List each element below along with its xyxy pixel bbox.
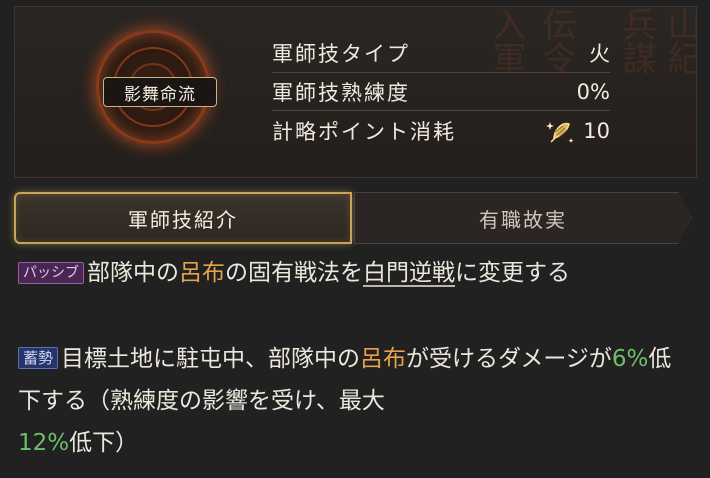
stat-row-cost: 計略ポイント消耗 10 [272,112,610,150]
stat-label: 軍師技熟練度 [272,81,410,105]
tab-skill-intro[interactable]: 軍師技紹介 [14,192,352,244]
desc-text: 低下） [69,430,139,456]
tab-history[interactable]: 有職故実 [354,192,692,244]
percent-value: 12% [18,430,70,456]
stat-row-proficiency: 軍師技熟練度 0% [272,74,610,111]
stat-value: 火 [589,42,610,66]
desc-text: 目標土地に駐屯中、部隊中の [61,346,361,372]
charge-badge: 蓄勢 [18,347,59,369]
stat-label: 軍師技タイプ [272,42,410,66]
desc-text: が受けるダメージが [406,346,612,372]
stat-row-type: 軍師技タイプ 火 [272,34,610,73]
percent-value: 6% [611,346,649,372]
stat-value: 0% [576,80,610,104]
passive-badge: パッシブ [18,262,84,284]
skill-name: 影舞命流 [103,77,217,107]
stat-label: 計略ポイント消耗 [272,120,456,144]
background-calligraphy: 山紀 [661,7,697,75]
desc-text: の固有戦法を [225,260,363,286]
stat-value-wrap: 10 [545,116,610,146]
desc-text: に変更する [455,260,570,286]
tactic-link[interactable]: 白門逆戦 [363,260,455,286]
general-name: 呂布 [360,346,407,372]
stat-value: 10 [583,119,610,143]
charge-description: 蓄勢 目標土地に駐屯中、部隊中の呂布が受けるダメージが6%低下する（熟練度の影響を… [18,338,690,464]
background-calligraphy: 兵謀 [616,7,655,75]
desc-text: 部隊中の [87,260,179,286]
passive-description: パッシブ 部隊中の呂布の固有戦法を白門逆戦に変更する [18,252,690,294]
general-name: 呂布 [179,260,225,286]
feather-icon [545,116,577,146]
